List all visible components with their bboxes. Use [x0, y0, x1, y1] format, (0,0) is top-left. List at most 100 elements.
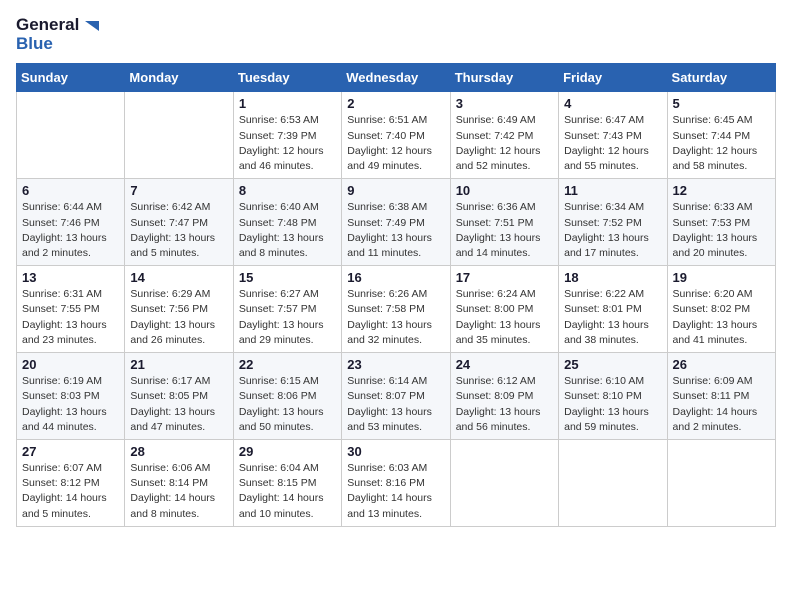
day-info: Sunrise: 6:29 AM Sunset: 7:56 PM Dayligh…	[130, 287, 227, 348]
calendar-cell: 2Sunrise: 6:51 AM Sunset: 7:40 PM Daylig…	[342, 92, 450, 179]
calendar-cell: 14 Sunrise: 6:29 AM Sunset: 7:56 PM Dayli…	[125, 266, 233, 353]
calendar-cell: 17Sunrise: 6:24 AM Sunset: 8:00 PM Dayli…	[450, 266, 558, 353]
day-info: Sunrise: 6:49 AM Sunset: 7:42 PM Dayligh…	[456, 113, 553, 174]
day-number: 11	[564, 183, 661, 198]
day-number: 27	[22, 444, 119, 459]
day-number: 8	[239, 183, 336, 198]
calendar-table: SundayMondayTuesdayWednesdayThursdayFrid…	[16, 63, 776, 526]
day-info: Sunrise: 6:44 AM Sunset: 7:46 PM Dayligh…	[22, 200, 119, 261]
calendar-cell: 11 Sunrise: 6:34 AM Sunset: 7:52 PM Dayli…	[559, 179, 667, 266]
day-number: 21	[130, 357, 227, 372]
day-info: Sunrise: 6:15 AM Sunset: 8:06 PM Dayligh…	[239, 374, 336, 435]
calendar-cell: 19 Sunrise: 6:20 AM Sunset: 8:02 PM Dayli…	[667, 266, 775, 353]
calendar-cell: 5 Sunrise: 6:45 AM Sunset: 7:44 PM Daylig…	[667, 92, 775, 179]
day-number: 20	[22, 357, 119, 372]
calendar-cell: 12 Sunrise: 6:33 AM Sunset: 7:53 PM Dayli…	[667, 179, 775, 266]
day-number: 5	[673, 96, 770, 111]
day-number: 3	[456, 96, 553, 111]
day-number: 15	[239, 270, 336, 285]
calendar-cell: 24 Sunrise: 6:12 AM Sunset: 8:09 PM Dayli…	[450, 353, 558, 440]
calendar-cell: 26 Sunrise: 6:09 AM Sunset: 8:11 PM Dayli…	[667, 353, 775, 440]
day-number: 7	[130, 183, 227, 198]
day-number: 12	[673, 183, 770, 198]
day-info: Sunrise: 6:14 AM Sunset: 8:07 PM Dayligh…	[347, 374, 444, 435]
day-number: 18	[564, 270, 661, 285]
calendar-cell	[450, 439, 558, 526]
day-info: Sunrise: 6:07 AM Sunset: 8:12 PM Dayligh…	[22, 461, 119, 522]
day-info: Sunrise: 6:17 AM Sunset: 8:05 PM Dayligh…	[130, 374, 227, 435]
day-info: Sunrise: 6:53 AM Sunset: 7:39 PM Dayligh…	[239, 113, 336, 174]
calendar-cell	[667, 439, 775, 526]
day-info: Sunrise: 6:27 AM Sunset: 7:57 PM Dayligh…	[239, 287, 336, 348]
day-number: 14	[130, 270, 227, 285]
col-header-friday: Friday	[559, 64, 667, 92]
day-number: 9	[347, 183, 444, 198]
calendar-cell: 23Sunrise: 6:14 AM Sunset: 8:07 PM Dayli…	[342, 353, 450, 440]
day-info: Sunrise: 6:34 AM Sunset: 7:52 PM Dayligh…	[564, 200, 661, 261]
calendar-cell: 30Sunrise: 6:03 AM Sunset: 8:16 PM Dayli…	[342, 439, 450, 526]
logo-general: General	[16, 15, 79, 34]
day-info: Sunrise: 6:20 AM Sunset: 8:02 PM Dayligh…	[673, 287, 770, 348]
day-info: Sunrise: 6:45 AM Sunset: 7:44 PM Dayligh…	[673, 113, 770, 174]
col-header-tuesday: Tuesday	[233, 64, 341, 92]
day-number: 22	[239, 357, 336, 372]
day-info: Sunrise: 6:06 AM Sunset: 8:14 PM Dayligh…	[130, 461, 227, 522]
col-header-saturday: Saturday	[667, 64, 775, 92]
calendar-cell: 18 Sunrise: 6:22 AM Sunset: 8:01 PM Dayli…	[559, 266, 667, 353]
calendar-cell: 27 Sunrise: 6:07 AM Sunset: 8:12 PM Dayli…	[17, 439, 125, 526]
day-number: 2	[347, 96, 444, 111]
logo: General Blue	[16, 16, 99, 53]
col-header-sunday: Sunday	[17, 64, 125, 92]
calendar-cell: 8Sunrise: 6:40 AM Sunset: 7:48 PM Daylig…	[233, 179, 341, 266]
day-info: Sunrise: 6:04 AM Sunset: 8:15 PM Dayligh…	[239, 461, 336, 522]
calendar-cell: 13 Sunrise: 6:31 AM Sunset: 7:55 PM Dayli…	[17, 266, 125, 353]
calendar-cell	[559, 439, 667, 526]
day-number: 13	[22, 270, 119, 285]
calendar-cell: 10 Sunrise: 6:36 AM Sunset: 7:51 PM Dayli…	[450, 179, 558, 266]
calendar-cell: 29 Sunrise: 6:04 AM Sunset: 8:15 PM Dayli…	[233, 439, 341, 526]
day-number: 25	[564, 357, 661, 372]
day-info: Sunrise: 6:33 AM Sunset: 7:53 PM Dayligh…	[673, 200, 770, 261]
calendar-cell: 1 Sunrise: 6:53 AM Sunset: 7:39 PM Daylig…	[233, 92, 341, 179]
calendar-cell: 16 Sunrise: 6:26 AM Sunset: 7:58 PM Dayli…	[342, 266, 450, 353]
day-info: Sunrise: 6:24 AM Sunset: 8:00 PM Dayligh…	[456, 287, 553, 348]
calendar-cell: 7 Sunrise: 6:42 AM Sunset: 7:47 PM Daylig…	[125, 179, 233, 266]
day-number: 16	[347, 270, 444, 285]
day-number: 10	[456, 183, 553, 198]
logo-arrow-icon	[81, 17, 99, 35]
calendar-cell: 15 Sunrise: 6:27 AM Sunset: 7:57 PM Dayli…	[233, 266, 341, 353]
day-number: 29	[239, 444, 336, 459]
calendar-cell: 4Sunrise: 6:47 AM Sunset: 7:43 PM Daylig…	[559, 92, 667, 179]
calendar-week-row: 27 Sunrise: 6:07 AM Sunset: 8:12 PM Dayli…	[17, 439, 776, 526]
col-header-wednesday: Wednesday	[342, 64, 450, 92]
day-info: Sunrise: 6:38 AM Sunset: 7:49 PM Dayligh…	[347, 200, 444, 261]
calendar-cell: 25 Sunrise: 6:10 AM Sunset: 8:10 PM Dayli…	[559, 353, 667, 440]
col-header-thursday: Thursday	[450, 64, 558, 92]
calendar-cell: 9 Sunrise: 6:38 AM Sunset: 7:49 PM Daylig…	[342, 179, 450, 266]
day-number: 1	[239, 96, 336, 111]
day-number: 24	[456, 357, 553, 372]
day-number: 4	[564, 96, 661, 111]
day-info: Sunrise: 6:31 AM Sunset: 7:55 PM Dayligh…	[22, 287, 119, 348]
calendar-week-row: 6 Sunrise: 6:44 AM Sunset: 7:46 PM Daylig…	[17, 179, 776, 266]
col-header-monday: Monday	[125, 64, 233, 92]
day-number: 28	[130, 444, 227, 459]
day-info: Sunrise: 6:22 AM Sunset: 8:01 PM Dayligh…	[564, 287, 661, 348]
calendar-cell: 28 Sunrise: 6:06 AM Sunset: 8:14 PM Dayli…	[125, 439, 233, 526]
calendar-cell: 6 Sunrise: 6:44 AM Sunset: 7:46 PM Daylig…	[17, 179, 125, 266]
day-info: Sunrise: 6:36 AM Sunset: 7:51 PM Dayligh…	[456, 200, 553, 261]
day-number: 19	[673, 270, 770, 285]
day-info: Sunrise: 6:10 AM Sunset: 8:10 PM Dayligh…	[564, 374, 661, 435]
logo-text: General Blue	[16, 16, 99, 53]
day-number: 6	[22, 183, 119, 198]
day-number: 30	[347, 444, 444, 459]
day-info: Sunrise: 6:09 AM Sunset: 8:11 PM Dayligh…	[673, 374, 770, 435]
calendar-cell	[125, 92, 233, 179]
day-info: Sunrise: 6:26 AM Sunset: 7:58 PM Dayligh…	[347, 287, 444, 348]
day-info: Sunrise: 6:12 AM Sunset: 8:09 PM Dayligh…	[456, 374, 553, 435]
day-info: Sunrise: 6:19 AM Sunset: 8:03 PM Dayligh…	[22, 374, 119, 435]
calendar-cell: 21 Sunrise: 6:17 AM Sunset: 8:05 PM Dayli…	[125, 353, 233, 440]
day-number: 26	[673, 357, 770, 372]
calendar-cell: 20 Sunrise: 6:19 AM Sunset: 8:03 PM Dayli…	[17, 353, 125, 440]
day-info: Sunrise: 6:42 AM Sunset: 7:47 PM Dayligh…	[130, 200, 227, 261]
